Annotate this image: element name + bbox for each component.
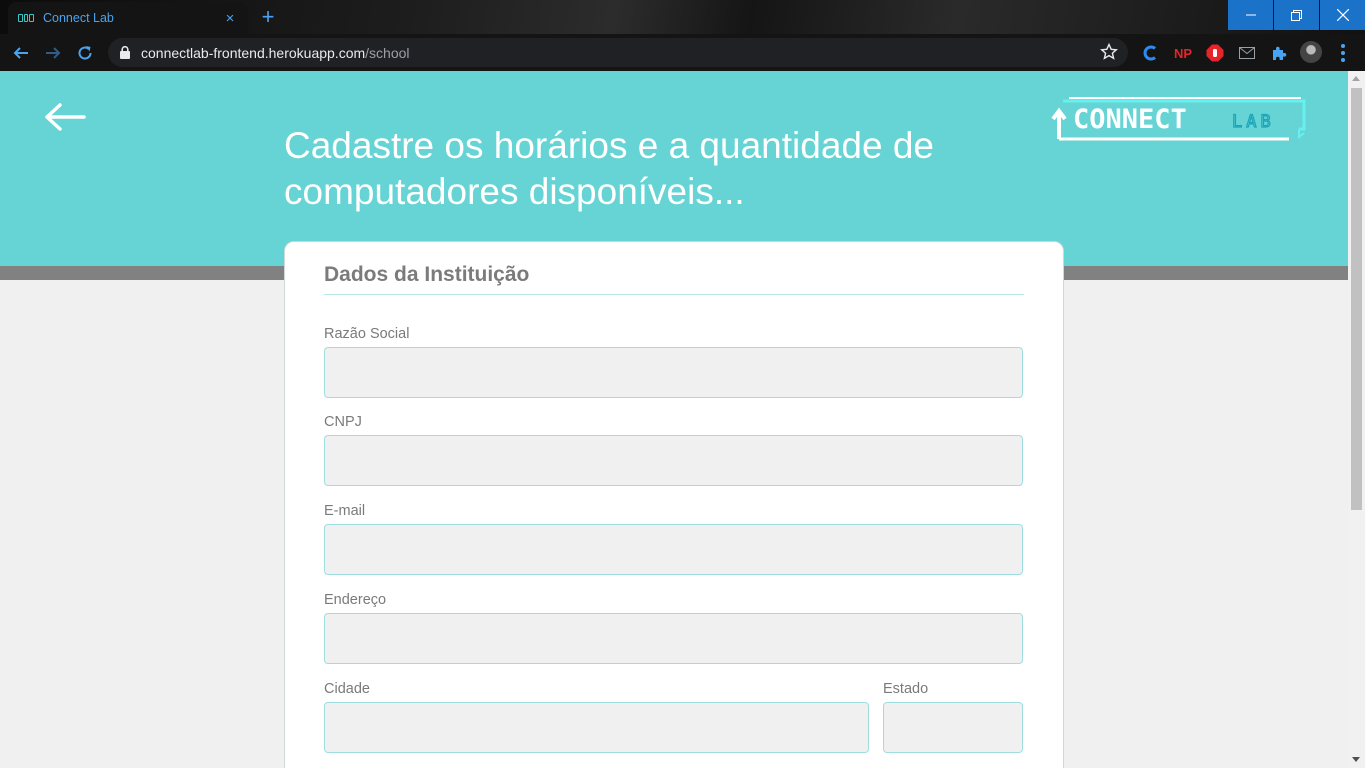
browser-tab[interactable]: Connect Lab × xyxy=(8,2,248,34)
back-button[interactable] xyxy=(42,99,88,135)
back-nav-button[interactable] xyxy=(8,40,34,66)
reload-button[interactable] xyxy=(72,40,98,66)
cnpj-input[interactable] xyxy=(324,435,1023,486)
form-section-title: Dados da Instituição xyxy=(324,263,1024,295)
scroll-down-arrow-icon[interactable] xyxy=(1352,757,1360,762)
cnpj-label: CNPJ xyxy=(324,414,362,430)
logo-text-main: CONNECT xyxy=(1073,104,1187,135)
reload-icon xyxy=(78,46,92,60)
restore-button[interactable] xyxy=(1274,0,1319,30)
extension-c-icon[interactable] xyxy=(1139,42,1161,64)
connectlab-favicon-icon xyxy=(18,14,35,22)
tab-title: Connect Lab xyxy=(43,11,114,25)
cidade-label: Cidade xyxy=(324,681,370,697)
page-title: Cadastre os horários e a quantidade de c… xyxy=(284,125,934,212)
endereco-input[interactable] xyxy=(324,613,1023,664)
mail-extension-icon[interactable] xyxy=(1236,42,1258,64)
arrow-right-icon xyxy=(46,47,61,59)
browser-menu-button[interactable] xyxy=(1334,40,1352,66)
page-scrollbar[interactable] xyxy=(1348,71,1365,768)
institution-form-card: Dados da Instituição Razão Social CNPJ E… xyxy=(284,241,1064,768)
endereco-label: Endereço xyxy=(324,592,387,608)
razao-social-input[interactable] xyxy=(324,347,1023,398)
browser-toolbar: connectlab-frontend.herokuapp.com/school… xyxy=(0,34,1365,102)
minimize-button[interactable] xyxy=(1228,0,1273,30)
cidade-input[interactable] xyxy=(324,702,869,753)
tab-close-button[interactable]: × xyxy=(222,10,238,27)
page-viewport: Cadastre os horários e a quantidade de c… xyxy=(0,71,1348,768)
minimize-icon xyxy=(1245,14,1256,16)
new-tab-button[interactable]: + xyxy=(256,6,280,28)
arrow-left-icon xyxy=(13,47,28,59)
url-path: /school xyxy=(365,45,410,61)
close-window-button[interactable] xyxy=(1320,0,1365,30)
connectlab-logo: CONNECT LAB xyxy=(1051,97,1306,141)
extensions-puzzle-icon[interactable] xyxy=(1268,42,1290,64)
close-icon xyxy=(1336,9,1349,21)
url-host: connectlab-frontend.herokuapp.com xyxy=(141,45,366,61)
extension-np-icon[interactable]: NP xyxy=(1172,42,1194,64)
razao-social-label: Razão Social xyxy=(324,326,410,342)
scroll-up-arrow-icon[interactable] xyxy=(1352,76,1360,81)
adblock-extension-icon[interactable] xyxy=(1204,42,1226,64)
scrollbar-thumb[interactable] xyxy=(1351,88,1362,510)
browser-titlebar: Connect Lab × + xyxy=(0,0,1365,34)
email-input[interactable] xyxy=(324,524,1023,575)
arrow-left-icon xyxy=(45,103,86,131)
estado-label: Estado xyxy=(883,681,929,697)
url-text: connectlab-frontend.herokuapp.com/school xyxy=(141,45,410,61)
address-bar[interactable]: connectlab-frontend.herokuapp.com/school xyxy=(108,38,1128,67)
restore-icon xyxy=(1291,9,1302,21)
bookmark-star-icon[interactable] xyxy=(1100,43,1118,61)
lock-icon xyxy=(120,46,130,59)
logo-text-accent: LAB xyxy=(1232,112,1275,132)
profile-avatar[interactable] xyxy=(1300,41,1322,63)
forward-nav-button[interactable] xyxy=(40,40,66,66)
email-label: E-mail xyxy=(324,503,366,519)
estado-input[interactable] xyxy=(883,702,1023,753)
